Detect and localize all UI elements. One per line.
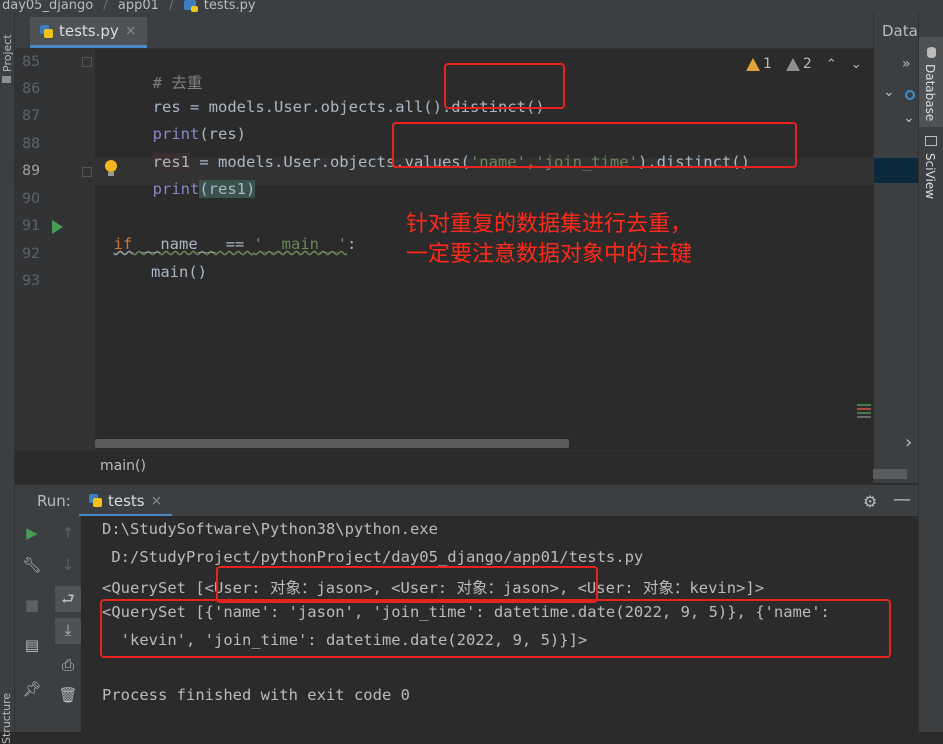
project-tool-button[interactable]: Project	[1, 34, 14, 72]
highlight-box-distinct	[444, 63, 565, 109]
tab-tests-py[interactable]: tests.py ×	[30, 17, 147, 48]
warnings-count[interactable]: 1	[746, 56, 772, 72]
run-window-label: Run:	[37, 492, 71, 510]
line-number: 85	[22, 54, 40, 70]
rerun-icon[interactable]: ▶	[21, 524, 43, 542]
database-panel: Database » ⌄ ⌄ ›	[873, 12, 919, 483]
expand-icon[interactable]: »	[902, 56, 911, 72]
close-tab-icon[interactable]: ×	[125, 23, 137, 39]
weak-warning-icon	[785, 57, 800, 71]
weak-warnings-count[interactable]: 2	[785, 56, 812, 72]
line-number: 92	[22, 246, 40, 262]
python-file-icon	[40, 24, 53, 38]
close-tab-icon[interactable]: ×	[151, 493, 163, 509]
code-line: main()	[95, 245, 207, 281]
chevron-down-icon[interactable]: ⌄	[883, 84, 895, 100]
breadcrumb-folder[interactable]: app01	[118, 0, 159, 12]
hide-icon[interactable]: —	[893, 489, 911, 510]
code-string: '__main__'	[253, 235, 347, 253]
run-icon[interactable]	[52, 220, 63, 234]
pin-icon[interactable]: 📌︎	[21, 680, 43, 698]
wrench-icon[interactable]: 🔧︎	[21, 556, 43, 574]
gear-icon[interactable]: ⚙	[863, 492, 877, 511]
highlight-box-values-queryset	[100, 599, 891, 658]
breadcrumb-project[interactable]: day05_django	[2, 0, 93, 12]
editor-breadcrumb-main[interactable]: main()	[100, 458, 146, 474]
database-tool-button[interactable]: Database	[923, 64, 937, 121]
intention-bulb-icon[interactable]	[104, 160, 118, 178]
next-highlight-icon[interactable]: ⌄	[851, 57, 862, 72]
scroll-markers	[857, 404, 871, 420]
breadcrumb-separator: /	[103, 0, 108, 12]
project-folder-icon	[2, 76, 11, 83]
line-number: 86	[22, 81, 40, 97]
line-number: 91	[22, 218, 40, 234]
code-builtin: print	[152, 180, 200, 198]
line-number: 93	[22, 273, 40, 289]
navigation-breadcrumb: day05_django / app01 / tests.py	[0, 0, 943, 12]
run-tab-tests[interactable]: tests ×	[79, 487, 173, 517]
sciview-tool-button[interactable]: SciView	[923, 153, 937, 199]
python-file-icon	[183, 0, 198, 12]
annotation-note: 针对重复的数据集进行去重， 一定要注意数据对象中的主键	[406, 210, 692, 270]
scroll-to-end-icon[interactable]: ⤓	[57, 621, 79, 639]
warning-icon	[746, 57, 760, 71]
print-icon[interactable]: ⎙	[57, 656, 79, 674]
database-scrollbar[interactable]	[873, 469, 907, 479]
fold-marker[interactable]	[82, 167, 92, 177]
highlight-box-duplicate-users	[216, 566, 598, 603]
right-tool-strip: Database SciView	[918, 12, 943, 732]
breadcrumb-separator: /	[169, 0, 174, 12]
annotation-line: 一定要注意数据对象中的主键	[406, 242, 693, 267]
left-tool-strip: Project Structure	[0, 12, 15, 744]
console-line: D:\StudySoftware\Python38\python.exe	[102, 520, 438, 538]
down-arrow-icon[interactable]: ↓	[57, 556, 79, 574]
horizontal-scrollbar[interactable]	[95, 439, 569, 448]
datasource-icon	[905, 90, 915, 100]
trash-icon[interactable]: 🗑︎	[57, 686, 79, 704]
run-toolbar: ▶ ↑ 🔧︎ ↓ ■ ⮐ ⤓ ▤ ⎙ 📌︎ 🗑︎	[15, 516, 81, 732]
selected-row	[874, 158, 919, 183]
editor-tab-bar: tests.py ×	[15, 12, 873, 49]
database-tool-icon	[927, 47, 936, 58]
line-number: 87	[22, 108, 40, 124]
stop-icon[interactable]: ■	[21, 596, 43, 614]
annotation-line: 针对重复的数据集进行去重，	[406, 212, 693, 237]
python-file-icon	[89, 494, 102, 507]
layout-icon[interactable]: ▤	[21, 636, 43, 654]
code-token: main()	[113, 263, 207, 281]
highlight-box-values	[392, 122, 797, 168]
code-token: :	[347, 235, 357, 253]
line-number: 90	[22, 191, 40, 207]
breadcrumb-file[interactable]: tests.py	[204, 0, 256, 12]
chevron-down-icon[interactable]: ⌄	[903, 110, 915, 126]
code-line: print(res1)	[134, 162, 256, 198]
scroll-right-icon[interactable]: ›	[905, 432, 912, 453]
tab-label: tests.py	[59, 22, 119, 40]
console-line: Process finished with exit code 0	[102, 686, 410, 704]
console-line: D:/StudyProject/pythonProject/day05_djan…	[102, 548, 644, 566]
soft-wrap-icon[interactable]: ⮐	[57, 589, 79, 614]
run-tab-label: tests	[108, 491, 145, 510]
run-window-header: Run: tests × ⚙ —	[15, 484, 918, 517]
line-number: 88	[22, 136, 40, 152]
structure-tool-button[interactable]: Structure	[0, 693, 13, 744]
database-panel-title: Database	[882, 22, 919, 40]
code-token: (res1)	[199, 180, 256, 198]
line-number: 89	[22, 163, 40, 179]
up-arrow-icon[interactable]: ↑	[57, 524, 79, 542]
inspection-widget[interactable]: 1 2 ⌃ ⌄	[746, 56, 862, 72]
sciview-tool-icon	[925, 136, 937, 146]
previous-highlight-icon[interactable]: ⌃	[826, 57, 837, 72]
fold-marker[interactable]	[82, 57, 92, 67]
